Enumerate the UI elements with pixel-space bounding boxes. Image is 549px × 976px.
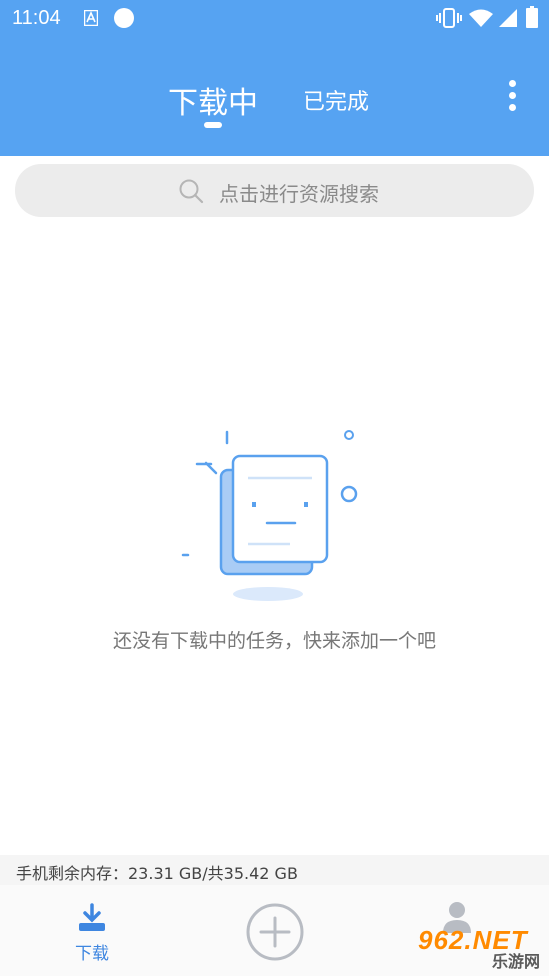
search-bar[interactable]: 点击进行资源搜索 — [15, 164, 534, 217]
storage-info-bar: 手机剩余内存：23.31 GB/共35.42 GB — [0, 855, 549, 885]
nav-download-label: 下载 — [75, 944, 109, 964]
tab-downloading[interactable]: 下载中 — [168, 78, 258, 122]
status-time: 11:04 — [12, 7, 61, 29]
wifi-icon — [468, 8, 494, 32]
top-app-bar: 11:04 下载中 已完成 — [0, 0, 549, 156]
battery-icon — [526, 6, 538, 32]
search-icon — [178, 178, 204, 208]
watermark-site: 乐游网 — [491, 952, 540, 971]
empty-state-illustration — [180, 425, 360, 605]
vibrate-icon — [436, 8, 462, 32]
tab-bar: 下载中 已完成 — [0, 70, 549, 140]
app-notification-icon — [83, 9, 99, 30]
download-icon — [77, 903, 107, 937]
search-placeholder: 点击进行资源搜索 — [219, 182, 379, 206]
tab-completed[interactable]: 已完成 — [303, 84, 369, 116]
cell-signal-icon — [498, 8, 518, 32]
empty-state-message: 还没有下载中的任务，快来添加一个吧 — [112, 630, 436, 652]
storage-text: 手机剩余内存：23.31 GB/共35.42 GB — [16, 864, 298, 883]
screen: 11:04 下载中 已完成 点击进行资源搜索 还没有下载中的任务，快来添加一个吧… — [0, 0, 549, 976]
status-bar: 11:04 — [0, 0, 549, 38]
watermark-logo: 962.NET 乐游网 — [418, 925, 546, 973]
circle-notification-icon — [113, 7, 135, 33]
plus-circle-icon[interactable] — [245, 902, 305, 966]
tab-indicator — [204, 122, 222, 128]
more-menu-icon[interactable] — [505, 80, 519, 114]
